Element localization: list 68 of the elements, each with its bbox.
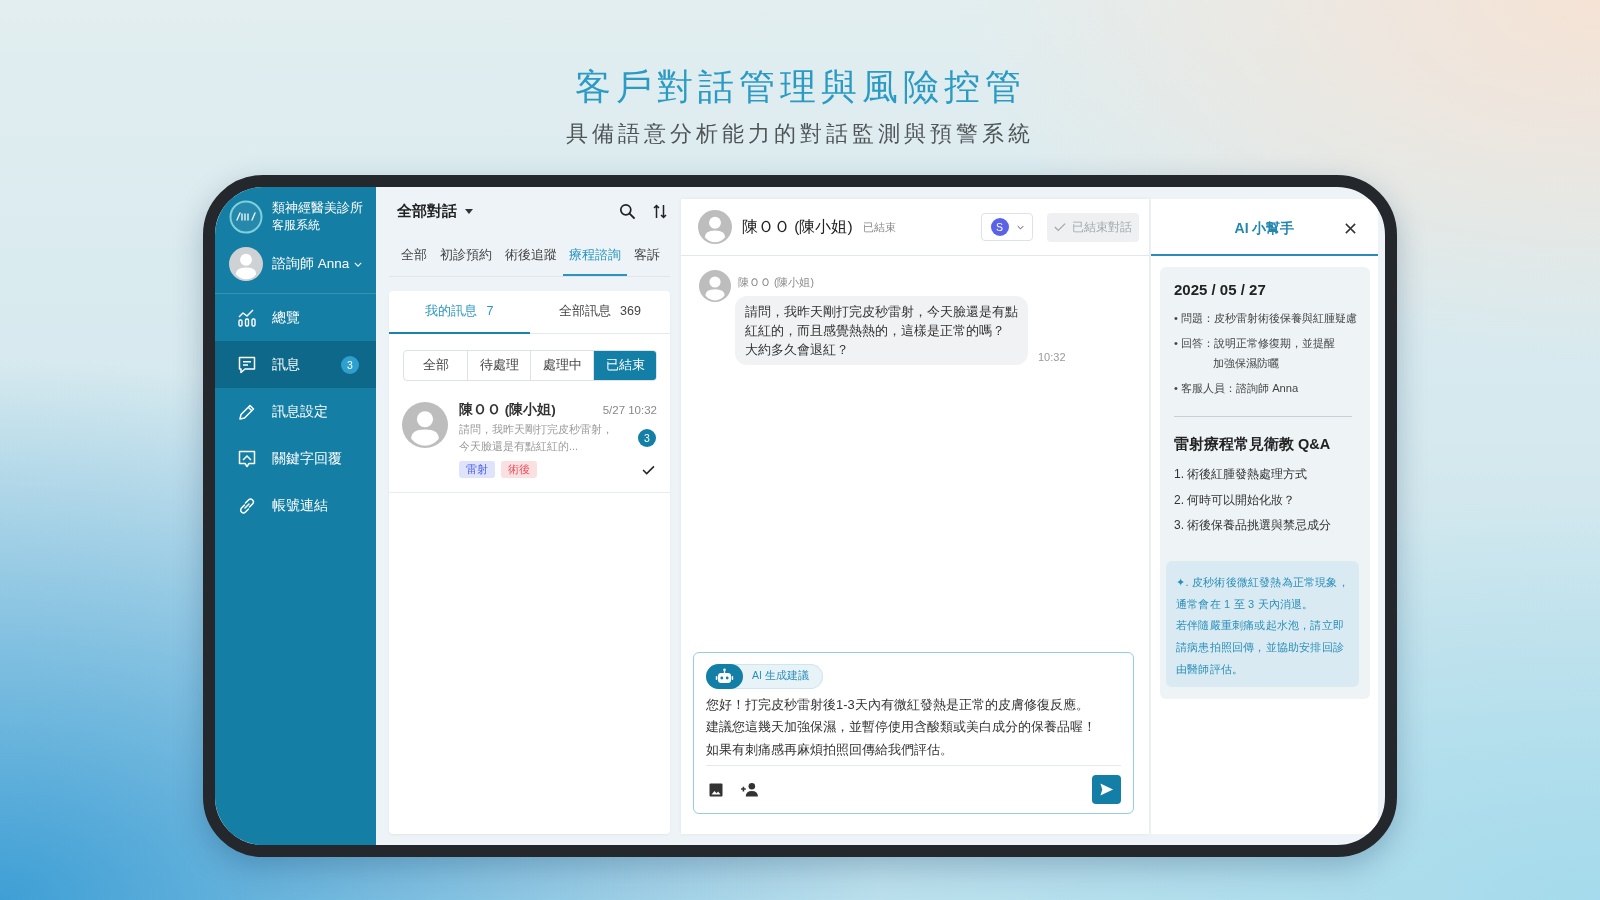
search-icon[interactable] — [619, 203, 635, 219]
check-icon — [1054, 222, 1066, 232]
ai-suggestion-label: AI 生成建議 — [752, 669, 809, 683]
contact-name: 陳ＯＯ (陳小姐) — [459, 401, 556, 419]
conversation-status: 已結束 — [862, 219, 896, 235]
close-icon[interactable] — [1344, 222, 1357, 235]
brand-name: 類神經醫美診所 — [272, 200, 363, 217]
contact-name: 陳ＯＯ (陳小姐) — [742, 216, 853, 237]
tag: 術後 — [501, 461, 537, 478]
assignee-select[interactable]: S — [981, 213, 1033, 241]
count-badge: 3 — [341, 355, 359, 374]
nav-item[interactable]: 帳號連結 — [215, 482, 376, 529]
summary-item: • 問題：皮秒雷射術後保養與紅腫疑慮 — [1174, 311, 1359, 326]
nav-item[interactable]: 總覽 — [215, 294, 376, 341]
hero-subtitle: 具備語意分析能力的對話監測與預警系統 — [566, 120, 1034, 148]
list-title: 全部對話 — [397, 201, 457, 221]
category-tab[interactable]: 全部 — [395, 235, 433, 276]
avatar-icon — [698, 210, 732, 244]
nav-item[interactable]: 訊息設定 — [215, 388, 376, 435]
message-preview: 請問，我昨天剛打完皮秒雷射， 今天臉還是有點紅紅的... — [459, 422, 613, 454]
robot-icon — [706, 663, 743, 689]
message-time: 5/27 10:32 — [602, 404, 657, 416]
unread-badge: 3 — [638, 429, 656, 447]
conversation-item[interactable]: 陳ＯＯ (陳小姐) 5/27 10:32 請問，我昨天剛打完皮秒雷射， 今天臉還是有點紅紅的... 3 雷射 術後 — [389, 394, 670, 493]
assignee-avatar: S — [990, 218, 1009, 236]
category-tab[interactable]: 初診預約 — [433, 235, 498, 276]
message-time: 10:32 — [1038, 351, 1066, 363]
summary-item: • 回答：說明正常修復期，並提醒 加強保濕防曬 — [1174, 336, 1337, 371]
user-name: 諮詢師 Anna — [272, 255, 350, 273]
category-tab[interactable]: 術後追蹤 — [498, 235, 563, 276]
tag: 雷射 — [459, 461, 495, 478]
add-user-icon[interactable] — [740, 782, 759, 797]
avatar-icon — [229, 247, 263, 281]
status-filter[interactable]: 已結束 — [593, 351, 656, 380]
status-filter[interactable]: 全部 — [404, 351, 467, 380]
sender-name: 陳ＯＯ (陳小姐) — [737, 275, 815, 289]
brand-subtitle: 客服系統 — [272, 218, 321, 233]
reply-input[interactable]: 您好！打完皮秒雷射後1-3天內有微紅發熱是正常的皮膚修復反應。 建議您這幾天加強保濕，並暫停使用含酸類或美白成分的保養品喔！ 如果有刺痛感再麻煩拍照回傳給我們評估。 — [706, 693, 1121, 766]
qa-item: 1. 術後紅腫發熱處理方式 — [1174, 466, 1309, 483]
avatar-icon — [402, 402, 448, 448]
panel-title: AI 小幫手 — [1233, 219, 1296, 238]
chart-icon — [237, 307, 257, 328]
message-bubble: 請問，我昨天剛打完皮秒雷射，今天臉還是有點 紅紅的，而且感覺熱熱的，這樣是正常的嗎？ 大約多久會退紅？ — [735, 296, 1028, 365]
send-button[interactable] — [1092, 775, 1121, 804]
status-filter[interactable]: 待處理 — [467, 351, 530, 380]
nav-item[interactable]: 關鍵字回覆 — [215, 435, 376, 482]
category-tab[interactable]: 客訴 — [628, 235, 666, 276]
nav-item[interactable]: 訊息 3 — [215, 341, 376, 388]
sort-icon[interactable] — [653, 203, 667, 219]
chevron-down-icon — [1016, 224, 1024, 230]
send-icon — [1099, 782, 1114, 797]
summary-item: • 客服人員：諮詢師 Anna — [1174, 381, 1300, 396]
message-tab[interactable]: 全部訊息 369 — [529, 291, 670, 334]
hero-title: 客戶對話管理與風險控管 — [574, 65, 1026, 109]
tip-text: ✦. 皮秒術後微紅發熱為正常現象， 通常會在 1 至 3 天內消退。 若伴隨嚴重刺痛或起水泡，請立即 請病患拍照回傳，並協助安排回診 由醫師評估。 — [1176, 575, 1350, 677]
logo-icon — [229, 200, 263, 234]
qa-heading: 雷射療程常見衛教 Q&A — [1174, 435, 1332, 454]
avatar-icon — [699, 270, 731, 302]
image-icon[interactable] — [709, 782, 723, 797]
link-icon — [237, 495, 257, 516]
summary-date: 2025 / 05 / 27 — [1174, 280, 1267, 300]
caret-icon[interactable] — [465, 208, 473, 214]
message-icon — [237, 354, 257, 375]
qa-item: 2. 何時可以開始化妝？ — [1174, 491, 1297, 509]
chevron-down-icon[interactable] — [354, 261, 363, 267]
message-tab[interactable]: 我的訊息 7 — [389, 291, 530, 334]
qa-item: 3. 術後保養品挑選與禁忌成分 — [1174, 517, 1333, 534]
chat-bubble-icon — [237, 448, 257, 469]
